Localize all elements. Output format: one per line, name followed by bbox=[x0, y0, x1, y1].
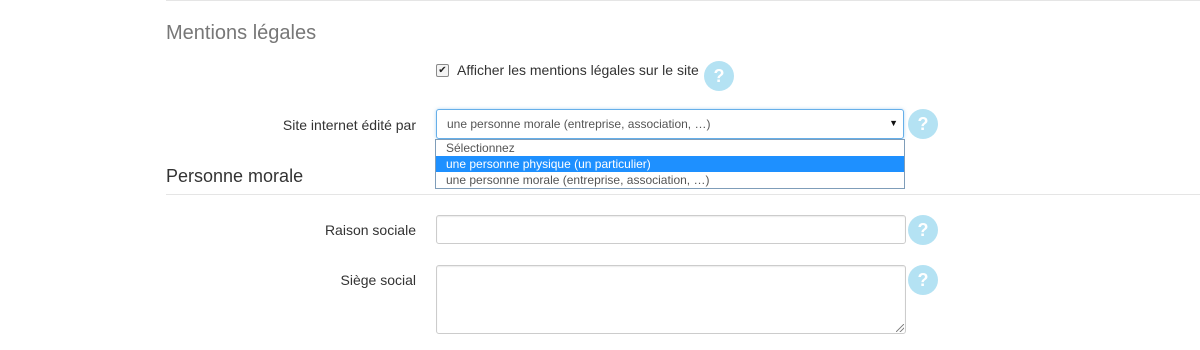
dropdown-option-selectionnez[interactable]: Sélectionnez bbox=[436, 140, 904, 156]
help-icon-site-editor[interactable]: ? bbox=[908, 109, 938, 139]
site-editor-label: Site internet édité par bbox=[282, 117, 416, 133]
subsection-divider bbox=[166, 194, 1200, 195]
show-legal-checkbox-row[interactable]: ✔ Afficher les mentions légales sur le s… bbox=[436, 62, 699, 78]
subsection-title-personne-morale: Personne morale bbox=[166, 166, 304, 186]
site-editor-dropdown-list[interactable]: Sélectionnez une personne physique (un p… bbox=[435, 139, 905, 189]
help-icon-show-legal[interactable]: ? bbox=[704, 61, 734, 91]
raison-sociale-label: Raison sociale bbox=[324, 222, 416, 238]
site-editor-select[interactable]: une personne morale (entreprise, associa… bbox=[436, 109, 904, 139]
help-icon-siege-social[interactable]: ? bbox=[908, 265, 938, 295]
top-divider bbox=[166, 0, 1200, 1]
dropdown-option-personne-physique[interactable]: une personne physique (un particulier) bbox=[436, 156, 904, 172]
raison-sociale-input[interactable] bbox=[436, 215, 906, 244]
dropdown-option-personne-morale[interactable]: une personne morale (entreprise, associa… bbox=[436, 172, 904, 188]
resize-grip-icon[interactable] bbox=[896, 324, 904, 332]
chevron-down-icon[interactable]: ▼ bbox=[889, 118, 898, 128]
siege-social-label: Siège social bbox=[340, 272, 417, 288]
siege-social-textarea[interactable] bbox=[436, 265, 906, 334]
show-legal-checkbox[interactable]: ✔ bbox=[436, 63, 449, 77]
help-icon-raison-sociale[interactable]: ? bbox=[908, 215, 938, 245]
show-legal-checkbox-label[interactable]: Afficher les mentions légales sur le sit… bbox=[457, 62, 699, 78]
site-editor-selected-value: une personne morale (entreprise, associa… bbox=[447, 117, 711, 131]
section-title-mentions-legales: Mentions légales bbox=[166, 22, 317, 44]
